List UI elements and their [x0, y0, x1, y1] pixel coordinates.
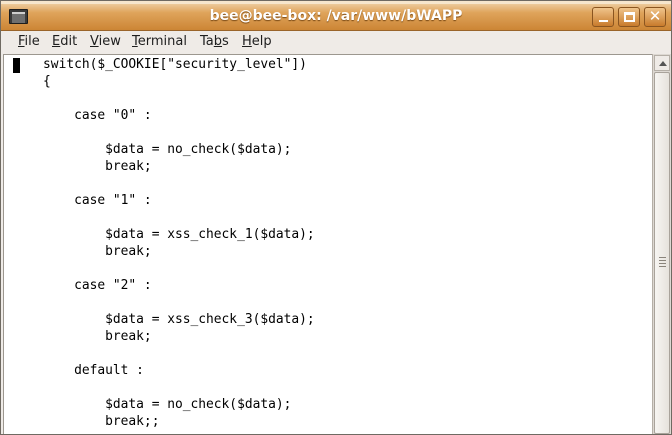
menu-bar: File Edit View Terminal Tabs Help: [1, 31, 671, 53]
maximize-button[interactable]: [618, 7, 640, 27]
code-line: switch($_COOKIE["security_level"]): [12, 57, 307, 72]
menu-help-mnemonic: H: [242, 34, 252, 49]
code-line: case "1" :: [12, 193, 152, 208]
menu-tabs-prefix: Ta: [200, 34, 214, 49]
code-line: $data = no_check($data);: [12, 397, 292, 412]
code-line: case "2" :: [12, 278, 152, 293]
menu-tabs-mnemonic: b: [213, 34, 223, 49]
code-line: $data = no_check($data);: [12, 142, 292, 157]
terminal-window: bee@bee-box: /var/www/bWAPP ✕ File Edit …: [0, 0, 672, 435]
scroll-up-arrow-icon[interactable]: [654, 55, 670, 71]
code-line: $data = xss_check_1($data);: [12, 227, 315, 242]
close-button[interactable]: ✕: [644, 7, 666, 27]
menu-edit-mnemonic: E: [52, 34, 61, 49]
menu-tabs[interactable]: Tabs: [200, 34, 229, 49]
menu-edit[interactable]: Edit: [52, 34, 77, 49]
scrollbar-thumb[interactable]: [654, 72, 670, 434]
code-line: case "0" :: [12, 108, 152, 123]
minimize-icon: [599, 20, 608, 22]
scrollbar-grip: [659, 257, 666, 269]
code-line: break;: [12, 329, 152, 344]
menu-file[interactable]: File: [18, 34, 40, 49]
code-line: break;;: [12, 414, 160, 429]
minimize-button[interactable]: [592, 7, 614, 27]
vertical-scrollbar[interactable]: [652, 54, 671, 434]
window-title: bee@bee-box: /var/www/bWAPP: [209, 8, 463, 24]
menu-help-label: elp: [251, 34, 272, 49]
title-bar[interactable]: bee@bee-box: /var/www/bWAPP ✕: [1, 1, 671, 31]
code-line: {: [12, 74, 51, 89]
terminal-text-area[interactable]: switch($_COOKIE["security_level"]) { cas…: [3, 54, 652, 434]
maximize-icon: [624, 12, 635, 22]
close-icon: ✕: [648, 7, 662, 25]
menu-view-label: iew: [98, 34, 121, 49]
menu-terminal-label: erminal: [137, 34, 187, 49]
menu-view-mnemonic: V: [90, 34, 99, 49]
menu-file-label: ile: [24, 34, 40, 49]
code-line: $data = xss_check_3($data);: [12, 312, 315, 327]
menu-tabs-label: s: [222, 34, 229, 49]
code-line: break;: [12, 159, 152, 174]
code-line: default :: [12, 363, 144, 378]
menu-view[interactable]: View: [90, 34, 121, 49]
menu-help[interactable]: Help: [242, 34, 272, 49]
menu-terminal[interactable]: Terminal: [132, 34, 187, 49]
menu-edit-label: dit: [60, 34, 78, 49]
code-line: break;: [12, 244, 152, 259]
